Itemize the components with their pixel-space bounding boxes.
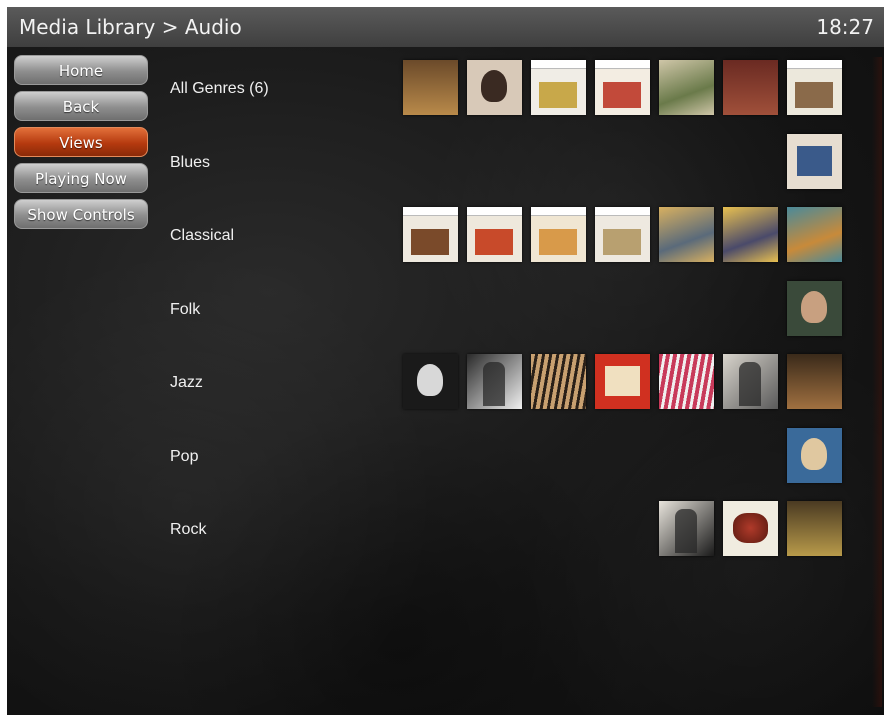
clock: 18:27 [816,15,874,39]
album-cover[interactable] [659,354,714,409]
playing-now-button[interactable]: Playing Now [14,163,148,193]
album-cover[interactable] [787,501,842,556]
title-bar: Media Library > Audio 18:27 [7,7,884,47]
genre-label[interactable]: Folk [170,301,200,319]
genre-label[interactable]: Blues [170,154,210,172]
album-cover[interactable] [787,133,842,189]
album-cover[interactable] [787,280,842,336]
album-cover[interactable] [467,207,522,262]
album-cover[interactable] [787,427,842,483]
album-cover[interactable] [595,60,650,115]
album-cover[interactable] [723,501,778,556]
album-cover[interactable] [467,60,522,115]
genre-label[interactable]: Classical [170,227,234,245]
album-cover[interactable] [787,354,842,409]
album-cover[interactable] [531,60,586,115]
genre-label[interactable]: All Genres (6) [170,80,269,98]
genre-label[interactable]: Pop [170,448,198,466]
album-cover[interactable] [595,354,650,409]
album-cover[interactable] [403,60,458,115]
album-cover[interactable] [659,207,714,262]
nav-menu: Home Back Views Playing Now Show Control… [14,55,148,235]
genre-label[interactable]: Rock [170,521,206,539]
show-controls-button[interactable]: Show Controls [14,199,148,229]
scroll-edge [872,57,882,707]
media-library-window: Media Library > Audio 18:27 Home Back Vi… [7,7,884,715]
album-cover[interactable] [531,354,586,409]
home-button[interactable]: Home [14,55,148,85]
album-cover[interactable] [659,60,714,115]
album-cover[interactable] [531,207,586,262]
album-cover[interactable] [723,60,778,115]
album-cover[interactable] [403,207,458,262]
views-button[interactable]: Views [14,127,148,157]
album-cover[interactable] [595,207,650,262]
back-button[interactable]: Back [14,91,148,121]
album-cover[interactable] [403,354,458,409]
album-cover[interactable] [659,501,714,556]
genre-label[interactable]: Jazz [170,374,203,392]
album-cover[interactable] [467,354,522,409]
album-cover[interactable] [787,60,842,115]
album-cover[interactable] [723,207,778,262]
album-cover[interactable] [787,207,842,262]
album-cover[interactable] [723,354,778,409]
breadcrumb: Media Library > Audio [19,15,242,39]
